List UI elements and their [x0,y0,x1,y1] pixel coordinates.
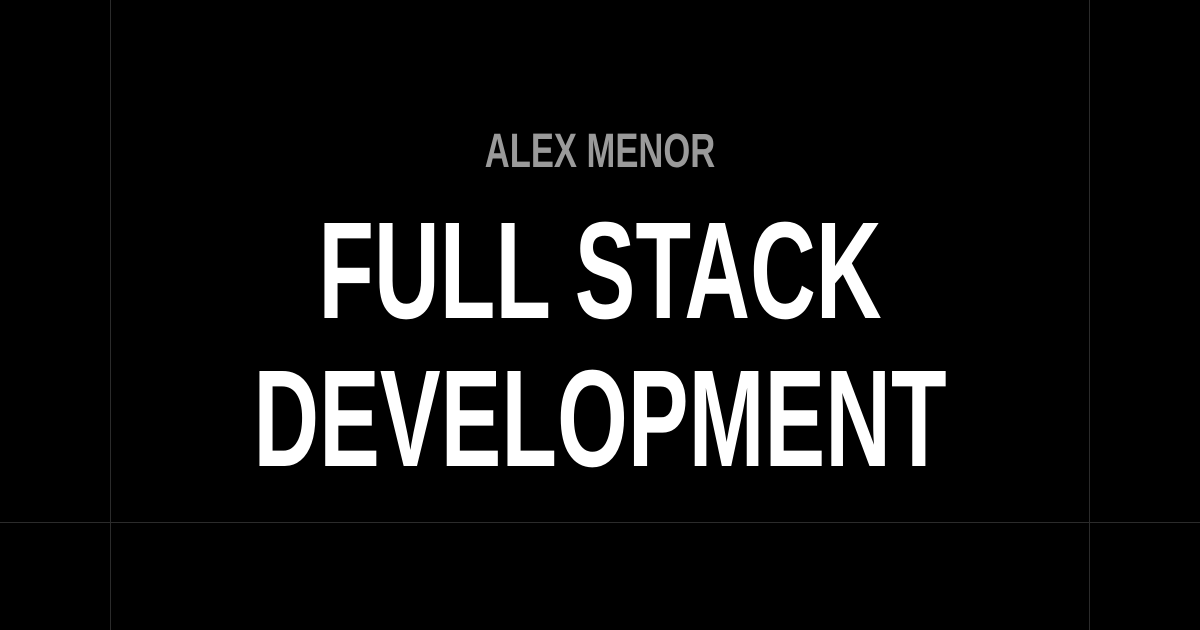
headline-line-2: DEVELOPMENT [253,342,947,496]
guide-line-right [1089,0,1090,630]
author-name: ALEX MENOR [484,125,716,178]
guide-line-left [110,0,111,630]
guide-line-bottom [0,522,1200,523]
headline-line-1: FULL STACK [318,194,882,348]
social-card: ALEX MENOR FULL STACK DEVELOPMENT [0,0,1200,630]
